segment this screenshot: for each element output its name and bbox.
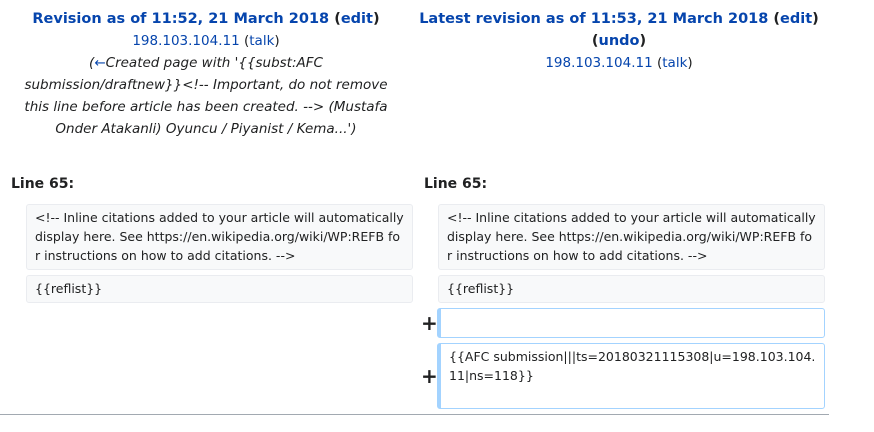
old-line-number: Line 65:: [11, 176, 75, 192]
new-revision-talk-link[interactable]: talk: [662, 55, 687, 71]
paren-close: ): [372, 11, 380, 27]
old-revision-edit-link[interactable]: edit: [341, 11, 373, 27]
edit-summary-text: Created page with '{{subst:AFC submissio…: [24, 55, 388, 137]
edit-summary: (←Created page with '{{subst:AFC submiss…: [11, 52, 401, 140]
added-line: {{AFC submission|||ts=20180321115308|u=1…: [437, 343, 825, 409]
paren-close: ): [812, 11, 819, 27]
new-revision-title: Latest revision as of 11:53, 21 March 20…: [412, 8, 826, 30]
old-revision-user-link[interactable]: 198.103.104.11: [132, 33, 239, 49]
old-revision-user: 198.103.104.11 (talk): [0, 30, 412, 52]
old-revision-talk-link[interactable]: talk: [249, 33, 274, 49]
added-line-marker: +: [421, 364, 438, 388]
paren-close: ): [639, 33, 647, 49]
added-line: [437, 308, 825, 338]
new-revision-link[interactable]: Latest revision as of 11:53, 21 March 20…: [419, 11, 768, 27]
paren-open: (: [591, 33, 599, 49]
undo-link[interactable]: undo: [599, 33, 640, 49]
paren-open: (: [334, 11, 341, 27]
new-context-line: <!-- Inline citations added to your arti…: [438, 204, 825, 270]
new-line-number: Line 65:: [424, 176, 488, 192]
added-line-marker: +: [421, 311, 438, 335]
paren-close: ): [351, 121, 357, 137]
new-revision-user: 198.103.104.11 (talk): [412, 52, 826, 74]
new-revision-user-link[interactable]: 198.103.104.11: [545, 55, 652, 71]
new-revision-edit-link[interactable]: edit: [780, 11, 812, 27]
paren-close: ): [274, 33, 280, 49]
old-context-line: <!-- Inline citations added to your arti…: [26, 204, 413, 270]
undo-line: (undo): [412, 30, 826, 52]
section-arrow-link[interactable]: ←: [94, 55, 105, 71]
old-context-line: {{reflist}}: [26, 275, 413, 303]
new-context-line: {{reflist}}: [438, 275, 825, 303]
old-revision-link[interactable]: Revision as of 11:52, 21 March 2018: [32, 11, 329, 27]
new-revision-header: Latest revision as of 11:53, 21 March 20…: [412, 8, 826, 74]
divider: [0, 414, 829, 415]
paren-close: ): [687, 55, 693, 71]
old-revision-header: Revision as of 11:52, 21 March 2018 (edi…: [0, 8, 412, 140]
old-revision-title: Revision as of 11:52, 21 March 2018 (edi…: [0, 8, 412, 30]
